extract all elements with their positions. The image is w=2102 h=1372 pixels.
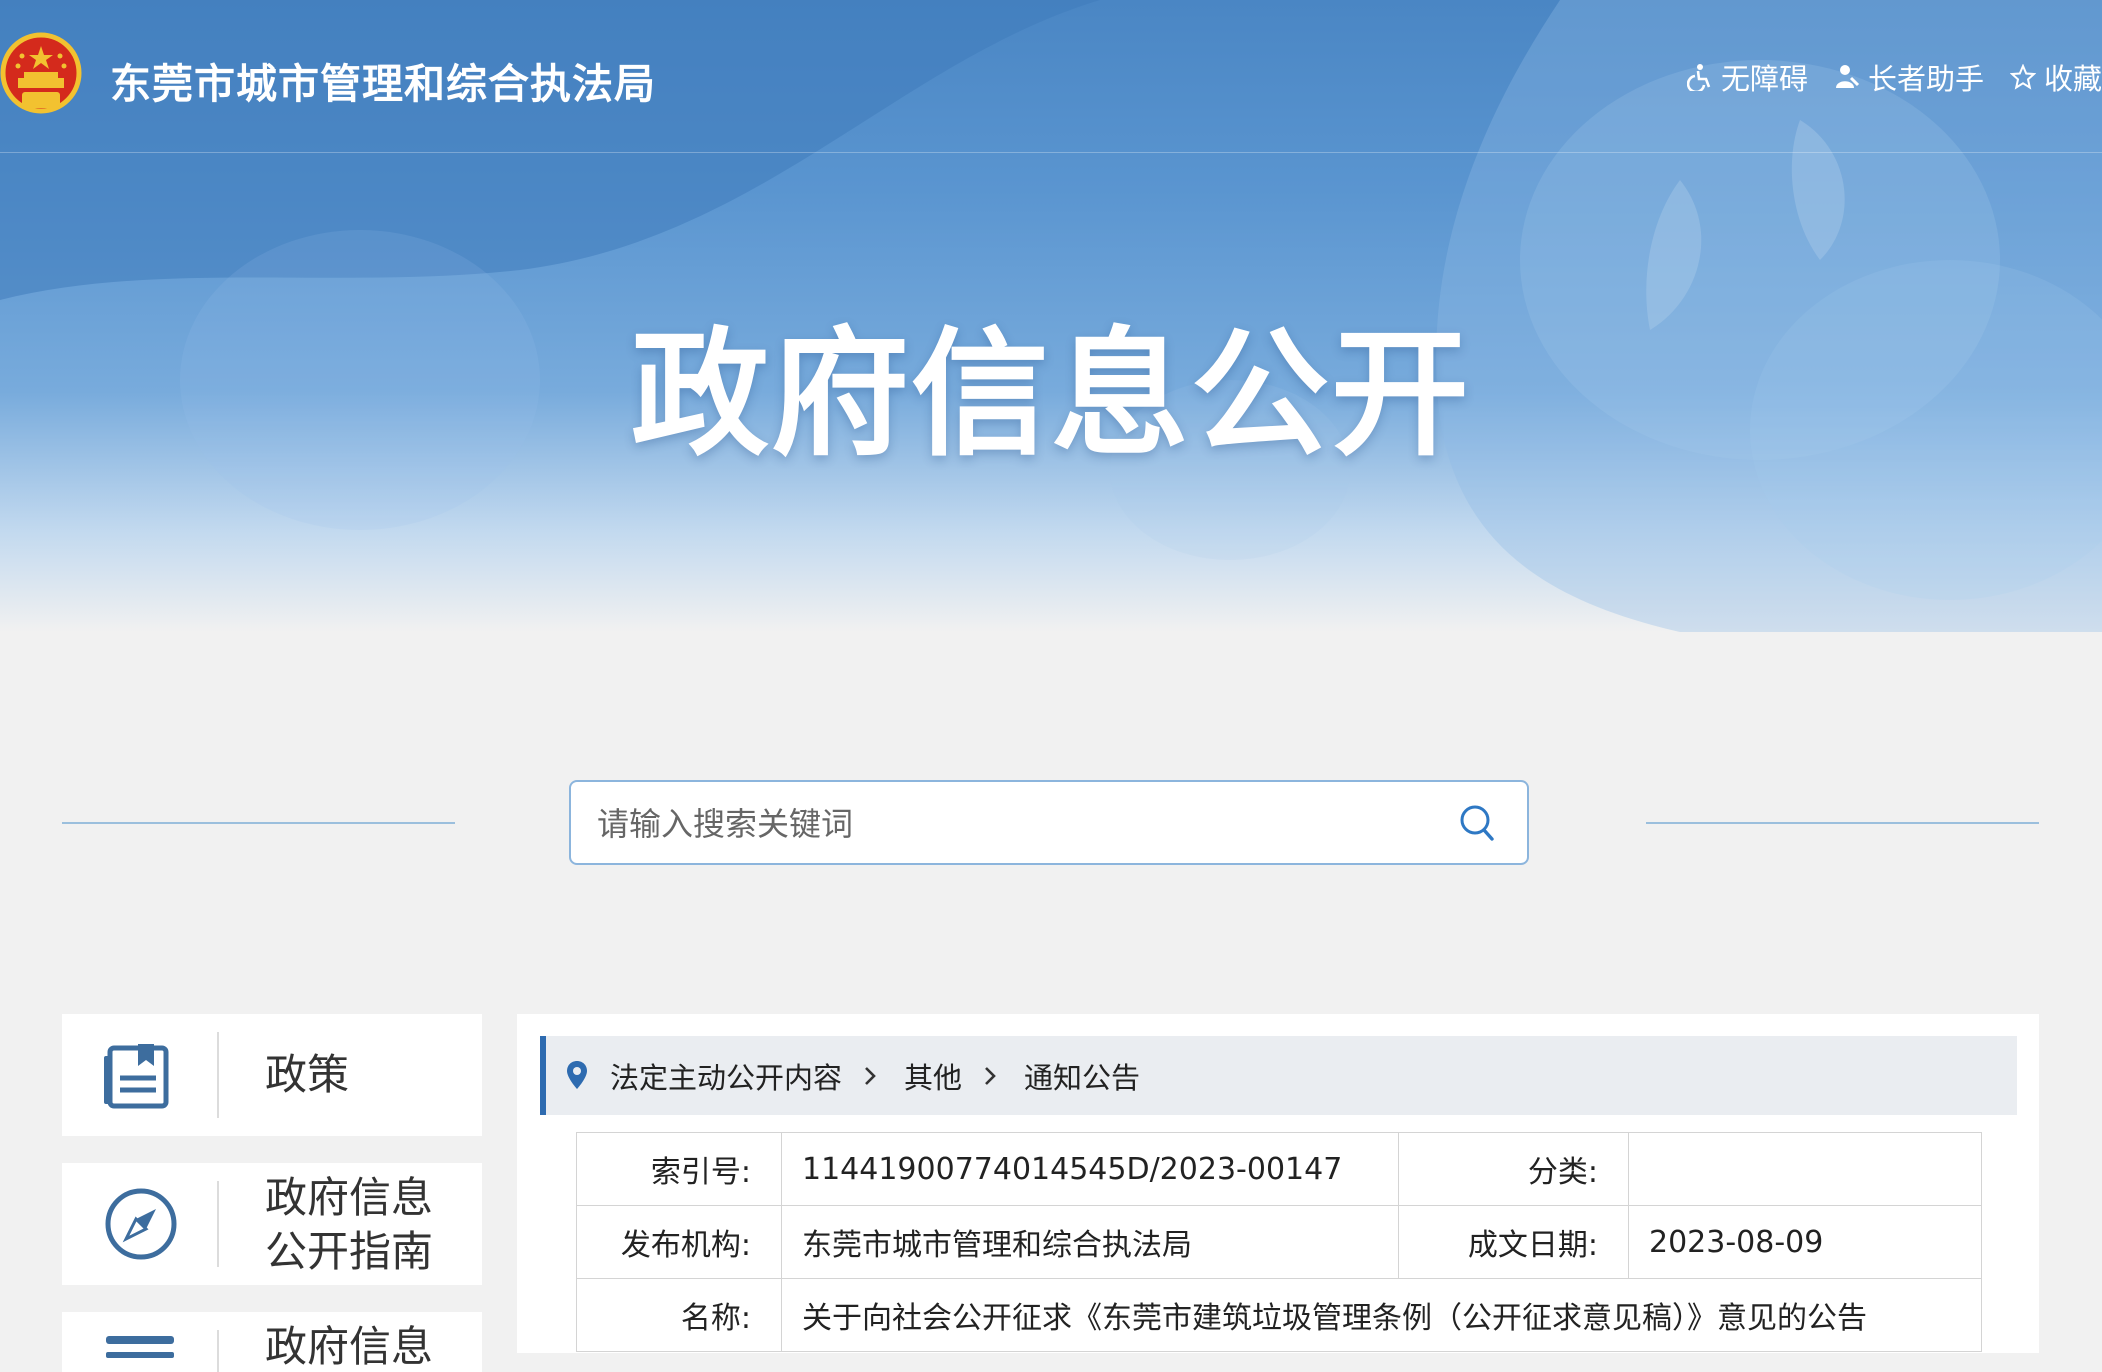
sidebar-item-label: 政府信息公开指南 — [265, 1173, 434, 1276]
location-pin-icon — [567, 1061, 587, 1089]
policy-document-icon — [104, 1044, 169, 1109]
publisher-label: 发布机构: — [576, 1205, 782, 1279]
table-row: 索引号: 11441900774014545D/2023-00147 分类: — [576, 1132, 1982, 1206]
sidebar-item-guide[interactable]: 政府信息公开指南 — [62, 1163, 482, 1285]
breadcrumb-item-legal-disclosure[interactable]: 法定主动公开内容 — [610, 1055, 842, 1097]
info-list-icon — [106, 1336, 174, 1358]
search-icon[interactable] — [1457, 802, 1497, 844]
breadcrumb-item-notice[interactable]: 通知公告 — [1024, 1055, 1140, 1097]
site-title[interactable]: 东莞市城市管理和综合执法局 — [110, 50, 656, 110]
banner: 东莞市城市管理和综合执法局 无障碍 长者助手 收藏 政府信息公开 — [0, 0, 2102, 632]
category-label: 分类: — [1398, 1132, 1629, 1206]
table-row: 发布机构: 东莞市城市管理和综合执法局 成文日期: 2023-08-09 — [576, 1205, 1982, 1279]
breadcrumb: 法定主动公开内容 其他 通知公告 — [540, 1036, 2017, 1115]
index-number-label: 索引号: — [576, 1132, 782, 1206]
chevron-right-icon — [865, 1066, 876, 1085]
content-panel: 法定主动公开内容 其他 通知公告 索引号: 11441900774014545D… — [517, 1014, 2039, 1353]
publisher-value: 东莞市城市管理和综合执法局 — [781, 1205, 1399, 1279]
search-input[interactable] — [595, 782, 1439, 865]
elder-assist-icon — [1835, 65, 1860, 88]
search-box — [569, 780, 1529, 865]
sidebar-separator — [217, 1330, 219, 1372]
elder-assist-button[interactable]: 长者助手 — [1834, 56, 1984, 98]
breadcrumb-item-other[interactable]: 其他 — [904, 1055, 962, 1097]
search-divider-left — [62, 822, 455, 824]
accessibility-button[interactable]: 无障碍 — [1686, 56, 1808, 98]
accessibility-label: 无障碍 — [1720, 62, 1808, 96]
sidebar-item-policy[interactable]: 政策 — [62, 1014, 482, 1136]
sidebar-item-label: 政府信息 — [265, 1322, 434, 1371]
date-label: 成文日期: — [1398, 1205, 1629, 1279]
index-number-value: 11441900774014545D/2023-00147 — [781, 1132, 1399, 1206]
table-row: 名称: 关于向社会公开征求《东莞市建筑垃圾管理条例（公开征求意见稿）》意见的公告 — [576, 1278, 1982, 1352]
category-value — [1628, 1132, 1982, 1206]
national-emblem-icon — [0, 32, 82, 114]
search-divider-right — [1646, 822, 2039, 824]
compass-icon — [105, 1188, 177, 1260]
sidebar-separator — [217, 1032, 219, 1118]
sidebar-separator — [217, 1181, 219, 1267]
date-value: 2023-08-09 — [1628, 1205, 1982, 1279]
header-tools: 无障碍 长者助手 收藏 — [1686, 56, 2102, 98]
favorite-label: 收藏 — [2043, 62, 2102, 96]
document-name-label: 名称: — [576, 1278, 782, 1352]
document-meta-table: 索引号: 11441900774014545D/2023-00147 分类: 发… — [576, 1132, 1982, 1352]
chevron-right-icon — [985, 1066, 996, 1085]
sidebar-item-info[interactable]: 政府信息 — [62, 1312, 482, 1372]
elder-assist-label: 长者助手 — [1867, 62, 1984, 96]
top-bar: 东莞市城市管理和综合执法局 无障碍 长者助手 收藏 — [0, 0, 2102, 153]
star-icon — [2009, 64, 2036, 90]
wheelchair-icon — [1686, 64, 1711, 91]
banner-title: 政府信息公开 — [630, 314, 1471, 475]
favorite-button[interactable]: 收藏 — [2009, 56, 2102, 98]
document-name-value: 关于向社会公开征求《东莞市建筑垃圾管理条例（公开征求意见稿）》意见的公告 — [781, 1278, 1982, 1352]
sidebar-item-label: 政策 — [265, 1050, 350, 1099]
